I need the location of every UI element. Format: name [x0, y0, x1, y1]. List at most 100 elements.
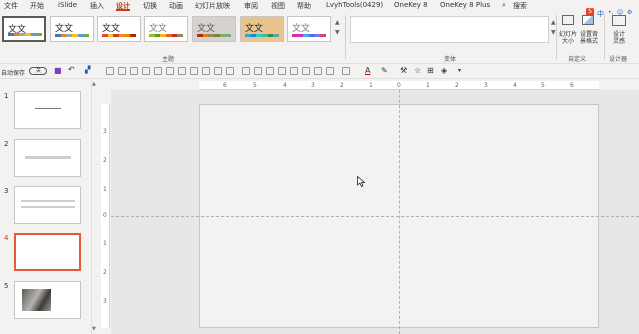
ruler-label: 0 — [397, 82, 401, 89]
slide-thumbnail-3[interactable] — [14, 186, 81, 224]
toolbar-icon[interactable] — [166, 67, 174, 75]
design-ideas-button[interactable]: 设计 灵感 — [608, 31, 630, 45]
ruler-label: 2 — [455, 82, 459, 89]
ribbon-divider — [345, 15, 346, 59]
theme-thumb-3[interactable]: 文文 — [97, 16, 141, 42]
group-label-customize: 自定义 — [568, 56, 587, 63]
theme-sample-text: 文文 — [292, 24, 311, 34]
autosave-label: 自动保存 — [1, 70, 26, 77]
menu-lvyhtools[interactable]: LvyhTools(0429) — [326, 1, 383, 9]
align-icon[interactable] — [178, 67, 186, 75]
ime-logo-icon[interactable]: S — [586, 8, 594, 16]
menu-file[interactable]: 文件 — [4, 1, 18, 11]
variants-scroll-down-icon[interactable]: ▼ — [551, 29, 556, 36]
ime-punctuation-icon[interactable]: •, — [608, 9, 613, 16]
slide-size-button[interactable]: 幻灯片 大小 — [558, 31, 578, 45]
shape-icon[interactable]: ◈ — [441, 66, 447, 75]
menu-search[interactable]: 搜索 — [513, 1, 527, 11]
slide-number: 4 — [4, 234, 9, 242]
more-commands-icon[interactable]: ▾ — [458, 67, 461, 74]
ruler-label: 6 — [570, 82, 574, 89]
panel-scrollbar[interactable]: ▲ ▼ — [92, 80, 98, 334]
theme-color-bar — [292, 34, 327, 37]
toolbar-icon[interactable] — [106, 67, 114, 75]
theme-sample-text: 文文 — [245, 24, 264, 34]
distribute-icon[interactable] — [254, 67, 262, 75]
group-label-theme: 主题 — [162, 56, 175, 63]
distribute-icon[interactable] — [266, 67, 274, 75]
group-icon[interactable] — [290, 67, 298, 75]
theme-thumb-6[interactable]: 文文 — [240, 16, 284, 42]
theme-scroll-down-icon[interactable]: ▼ — [335, 29, 340, 36]
slide-thumbnail-1[interactable] — [14, 91, 81, 129]
scroll-down-icon[interactable]: ▼ — [92, 326, 96, 332]
variants-scroll-up-icon[interactable]: ▲ — [551, 19, 556, 26]
theme-scroll-up-icon[interactable]: ▲ — [335, 19, 340, 26]
toolbar-icon[interactable] — [142, 67, 150, 75]
menu-onekey8[interactable]: OneKey 8 — [394, 1, 428, 9]
distribute-icon[interactable] — [278, 67, 286, 75]
menu-home[interactable]: 开始 — [30, 1, 44, 11]
align-icon[interactable] — [190, 67, 198, 75]
star-icon[interactable]: ☆ — [414, 66, 421, 75]
align-icon[interactable] — [202, 67, 210, 75]
align-icon[interactable] — [226, 67, 234, 75]
theme-thumb-7[interactable]: 文文 — [287, 16, 331, 42]
text-highlight-icon[interactable]: ✎ — [381, 66, 388, 75]
menu-view[interactable]: 视图 — [271, 1, 285, 11]
menu-slideshow[interactable]: 幻灯片放映 — [195, 1, 230, 11]
thumb-content — [25, 156, 71, 159]
format-painter-icon[interactable]: ⚒ — [400, 66, 407, 75]
horizontal-guide[interactable] — [111, 216, 639, 217]
variants-gallery[interactable] — [350, 16, 549, 43]
group-icon[interactable] — [326, 67, 334, 75]
scroll-up-icon[interactable]: ▲ — [92, 81, 96, 87]
slide-thumbnail-2[interactable] — [14, 139, 81, 177]
group-icon[interactable] — [314, 67, 322, 75]
group-icon[interactable] — [302, 67, 310, 75]
ruler-label: 5 — [541, 82, 545, 89]
menu-islide[interactable]: iSlide — [58, 1, 77, 9]
thumb-content — [21, 200, 75, 202]
align-icon[interactable] — [214, 67, 222, 75]
slide-thumbnail-panel: 1 2 3 4 5 — [0, 80, 92, 334]
vertical-ruler[interactable]: 3 2 1 0 1 2 3 — [101, 104, 110, 328]
theme-color-bar — [149, 34, 184, 37]
theme-sample-text: 文文 — [102, 24, 121, 34]
toolbar-icon[interactable] — [130, 67, 138, 75]
save-icon[interactable]: ■ — [54, 66, 62, 75]
paint-icon[interactable]: ⊞ — [427, 66, 434, 75]
vertical-guide[interactable] — [399, 90, 400, 334]
toolbar-icon[interactable] — [118, 67, 126, 75]
theme-thumb-5[interactable]: 文文 — [192, 16, 236, 42]
slide-size-icon — [562, 15, 574, 25]
slide-thumbnail-4[interactable] — [14, 233, 81, 271]
theme-thumb-1[interactable]: 文文 — [2, 16, 46, 42]
menu-review[interactable]: 审阅 — [244, 1, 258, 11]
shape-fill-icon[interactable] — [342, 67, 350, 75]
ruler-label: 1 — [426, 82, 430, 89]
slide-thumbnail-5[interactable] — [14, 281, 81, 319]
menu-animations[interactable]: 动画 — [169, 1, 183, 11]
menu-transitions[interactable]: 切换 — [143, 1, 157, 11]
format-background-button[interactable]: 设置背 景格式 — [578, 31, 600, 45]
toolbar-icon[interactable] — [154, 67, 162, 75]
ime-settings-icon[interactable]: ⚙ — [627, 9, 632, 16]
slide-layout-icon[interactable]: ▞ — [85, 66, 90, 74]
search-icon[interactable]: ⌕ — [502, 1, 506, 10]
autosave-toggle[interactable]: 关 — [29, 67, 47, 75]
ime-language-label[interactable]: 中 — [597, 9, 604, 19]
theme-thumb-4[interactable]: 文文 — [144, 16, 188, 42]
distribute-icon[interactable] — [242, 67, 250, 75]
group-label-designer: 设计器 — [609, 56, 628, 63]
font-color-icon[interactable]: A — [365, 66, 370, 75]
ime-emoji-icon[interactable]: ☺ — [617, 9, 623, 16]
thumb-photo — [22, 289, 51, 311]
menu-onekey8plus[interactable]: OneKey 8 Plus — [440, 1, 490, 9]
horizontal-ruler[interactable]: 6 5 4 3 2 1 0 1 2 3 4 5 6 — [199, 81, 599, 90]
undo-icon[interactable]: ↶ — [68, 65, 75, 74]
menu-help[interactable]: 帮助 — [297, 1, 311, 11]
group-label-variants: 变体 — [444, 56, 457, 63]
menu-insert[interactable]: 插入 — [90, 1, 104, 11]
theme-thumb-2[interactable]: 文文 — [50, 16, 94, 42]
